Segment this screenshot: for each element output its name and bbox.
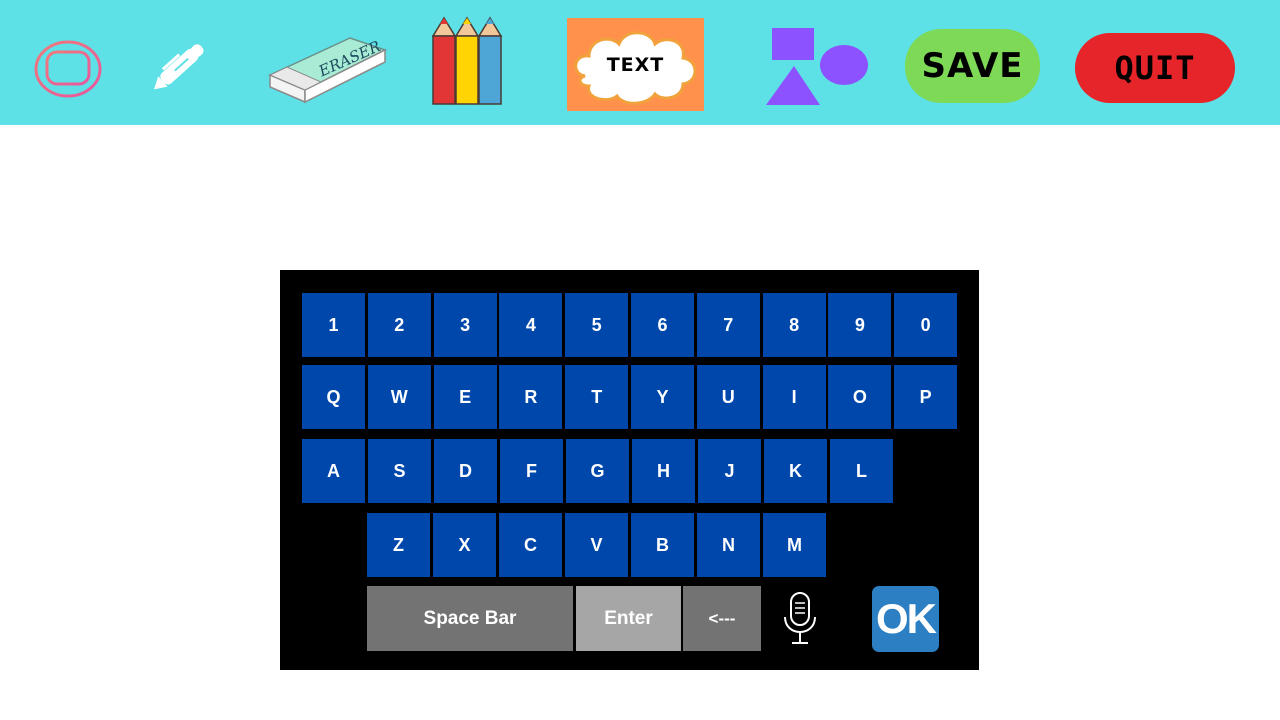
on-screen-keyboard: 1234567890 QWERTYUIOP ASDFGHJKL ZXCVBNM Spa… xyxy=(280,270,979,670)
key-k[interactable]: K xyxy=(764,439,827,503)
key-0[interactable]: 0 xyxy=(894,293,958,357)
key-v[interactable]: V xyxy=(565,513,628,577)
key-3[interactable]: 3 xyxy=(433,293,497,357)
key-b[interactable]: B xyxy=(631,513,694,577)
key-g[interactable]: G xyxy=(566,439,629,503)
quit-button[interactable]: QUIT xyxy=(1075,33,1235,103)
chat-bubble-icon[interactable] xyxy=(33,39,103,99)
key-i[interactable]: I xyxy=(762,365,826,429)
key-6[interactable]: 6 xyxy=(631,293,694,357)
key-o[interactable]: O xyxy=(828,365,892,429)
key-n[interactable]: N xyxy=(697,513,760,577)
space-bar-key[interactable]: Space Bar xyxy=(367,586,573,651)
pen-icon[interactable] xyxy=(143,35,217,97)
key-z[interactable]: Z xyxy=(367,513,430,577)
key-m[interactable]: M xyxy=(763,513,826,577)
key-h[interactable]: H xyxy=(632,439,695,503)
key-p[interactable]: P xyxy=(894,365,958,429)
key-u[interactable]: U xyxy=(696,365,760,429)
key-d[interactable]: D xyxy=(434,439,497,503)
key-w[interactable]: W xyxy=(367,365,431,429)
key-8[interactable]: 8 xyxy=(762,293,826,357)
eraser-icon[interactable]: ERASER xyxy=(265,20,390,105)
key-7[interactable]: 7 xyxy=(696,293,760,357)
key-q[interactable]: Q xyxy=(302,365,365,429)
key-c[interactable]: C xyxy=(499,513,562,577)
key-l[interactable]: L xyxy=(830,439,893,503)
key-r[interactable]: R xyxy=(499,365,563,429)
shapes-icon[interactable] xyxy=(764,26,870,106)
colored-pencils-icon[interactable] xyxy=(430,16,506,106)
text-tool-label: TEXT xyxy=(606,54,665,76)
key-s[interactable]: S xyxy=(368,439,431,503)
key-2[interactable]: 2 xyxy=(367,293,431,357)
key-f[interactable]: F xyxy=(500,439,563,503)
ok-button[interactable]: OK xyxy=(872,586,939,652)
key-j[interactable]: J xyxy=(698,439,761,503)
text-tool-button[interactable]: TEXT xyxy=(567,18,704,111)
enter-key[interactable]: Enter xyxy=(576,586,681,651)
key-x[interactable]: X xyxy=(433,513,496,577)
key-a[interactable]: A xyxy=(302,439,365,503)
key-1[interactable]: 1 xyxy=(302,293,365,357)
key-y[interactable]: Y xyxy=(631,365,694,429)
save-button[interactable]: SAVE xyxy=(905,29,1040,103)
toolbar: ERASER TEXT SAVE QUIT xyxy=(0,0,1280,125)
backspace-key[interactable]: <--- xyxy=(683,586,761,651)
microphone-icon[interactable] xyxy=(780,591,820,647)
key-4[interactable]: 4 xyxy=(499,293,563,357)
key-5[interactable]: 5 xyxy=(565,293,629,357)
key-9[interactable]: 9 xyxy=(828,293,892,357)
key-t[interactable]: T xyxy=(565,365,629,429)
key-e[interactable]: E xyxy=(433,365,497,429)
